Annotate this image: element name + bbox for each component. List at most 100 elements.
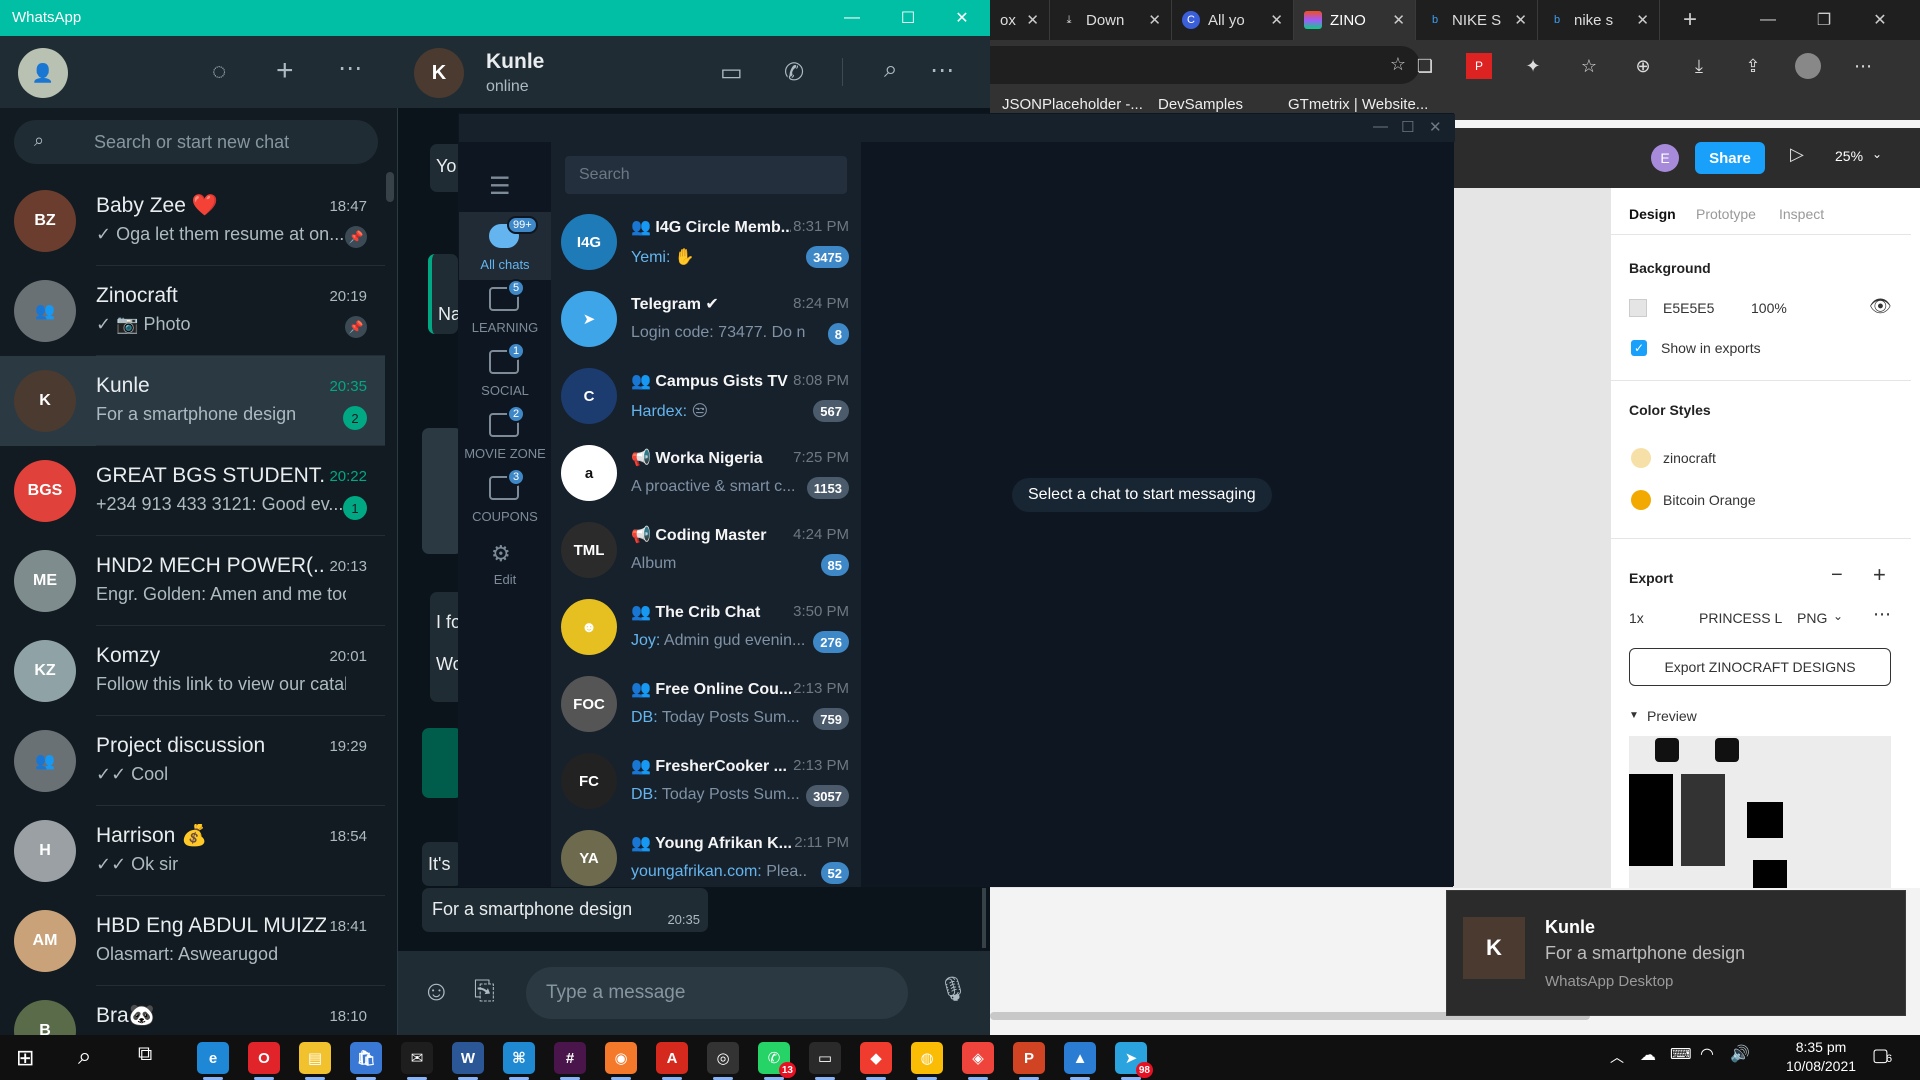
folder-coupons[interactable]: 3 COUPONS <box>459 464 551 532</box>
microphone-icon[interactable]: 🎙 <box>938 975 968 1004</box>
status-icon[interactable]: ◌ <box>212 58 226 86</box>
search-icon[interactable]: ⌕ <box>78 1043 91 1071</box>
color-style-name[interactable]: Bitcoin Orange <box>1663 492 1756 508</box>
checkbox-icon[interactable]: ✓ <box>1631 340 1647 356</box>
plus-icon[interactable]: + <box>1873 562 1886 588</box>
background-opacity[interactable]: 100% <box>1751 300 1787 316</box>
chat-list-item[interactable]: KZ Komzy Follow this link to view our cata… <box>0 626 385 716</box>
chevron-down-icon[interactable]: ⌄ <box>1872 147 1882 161</box>
tab-nike-2[interactable]: b nike s ✕ <box>1538 0 1660 40</box>
notification-toast[interactable]: K Kunle For a smartphone design WhatsApp… <box>1446 890 1906 1016</box>
downloads-icon[interactable]: ⤓ <box>1686 53 1712 79</box>
telegram-chat-item[interactable]: FC 👥 FresherCooker ... 2:13 PM DB: Today Po… <box>551 743 861 820</box>
minimize-icon[interactable]: — <box>1373 118 1388 135</box>
maximize-icon[interactable]: ☐ <box>1401 118 1414 136</box>
collections-add-icon[interactable]: ⊕ <box>1630 53 1656 79</box>
vscode-icon[interactable]: ⌘ <box>503 1042 535 1080</box>
eye-icon[interactable]: 👁 <box>1869 296 1892 317</box>
conversation-scrollbar[interactable] <box>982 888 986 948</box>
color-style-name[interactable]: zinocraft <box>1663 450 1716 466</box>
chat-list-item[interactable]: ME HND2 MECH POWER(... Engr. Golden: Amen … <box>0 536 385 626</box>
file-explorer-icon[interactable]: ▤ <box>299 1042 331 1080</box>
volume-icon[interactable]: 🔊 <box>1730 1044 1750 1064</box>
task-view-icon[interactable]: ⧉ <box>138 1043 152 1066</box>
folder-social[interactable]: 1 SOCIAL <box>459 338 551 406</box>
telegram-search-input[interactable]: Search <box>565 156 847 194</box>
extension-icon[interactable]: P <box>1466 53 1492 79</box>
more-icon[interactable]: ⋯ <box>1873 604 1891 625</box>
tab-canva[interactable]: C All yo ✕ <box>1172 0 1294 40</box>
wifi-icon[interactable]: ◠ <box>1700 1044 1714 1064</box>
color-swatch[interactable] <box>1631 490 1651 510</box>
media-player-icon[interactable]: ◎ <box>707 1042 739 1080</box>
video-call-icon[interactable]: ▭ <box>720 58 743 87</box>
background-swatch[interactable] <box>1629 299 1647 317</box>
tab-inbox[interactable]: ox ✕ <box>990 0 1050 40</box>
close-icon[interactable]: ✕ <box>1392 11 1405 29</box>
sidebar-scrollbar[interactable] <box>386 172 394 202</box>
menu-dots-icon[interactable]: ⋯ <box>338 54 362 83</box>
telegram-chat-item[interactable]: FOC 👥 Free Online Cou... 2:13 PM DB: Today … <box>551 666 861 743</box>
contact-name[interactable]: Kunle <box>486 50 544 74</box>
search-chats-input[interactable]: ⌕ Search or start new chat <box>14 120 378 164</box>
chat-list-item[interactable]: 👥 Zinocraft ✓ 📷 Photo 20:19 📌 <box>0 266 385 356</box>
message-input[interactable]: Type a message <box>526 967 908 1019</box>
cloud-icon[interactable]: ☁ <box>1640 1045 1656 1065</box>
tab-prototype[interactable]: Prototype <box>1696 206 1756 222</box>
anydesk-icon[interactable]: ◈ <box>962 1042 994 1080</box>
tab-design[interactable]: Design <box>1629 206 1676 222</box>
acrobat-icon[interactable]: A <box>656 1042 688 1080</box>
attach-icon[interactable]: ⎘ <box>474 975 495 1007</box>
powerpoint-icon[interactable]: P <box>1013 1042 1045 1080</box>
opera-icon[interactable]: O <box>248 1042 280 1080</box>
chevron-down-icon[interactable]: ⌄ <box>1833 609 1843 623</box>
input-method-icon[interactable]: ⌨ <box>1670 1045 1692 1063</box>
telegram-chat-item[interactable]: YA 👥 Young Afrikan K... 2:11 PM youngafrika… <box>551 820 861 897</box>
chrome-icon[interactable]: ◍ <box>911 1042 943 1080</box>
close-icon[interactable]: ✕ <box>1270 11 1283 29</box>
clock-time[interactable]: 8:35 pm <box>1776 1039 1866 1055</box>
telegram-chat-item[interactable]: ☻ 👥 The Crib Chat 3:50 PM Joy: Admin gud ev… <box>551 589 861 666</box>
close-icon[interactable]: ✕ <box>1026 11 1039 29</box>
color-swatch[interactable] <box>1631 448 1651 468</box>
chat-list-item[interactable]: 👥 Project discussion ✓✓ Cool 19:29 <box>0 716 385 806</box>
profile-avatar[interactable]: 👤 <box>18 48 68 98</box>
clock-date[interactable]: 10/08/2021 <box>1766 1058 1876 1074</box>
tab-downloads[interactable]: ⤓ Down ✕ <box>1050 0 1172 40</box>
bookmark-jsonplaceholder[interactable]: JSONPlaceholder -... <box>1002 96 1143 113</box>
maximize-icon[interactable]: ☐ <box>880 0 936 36</box>
close-icon[interactable]: ✕ <box>1636 11 1649 29</box>
favorites-icon[interactable]: ☆ <box>1576 53 1602 79</box>
git-icon[interactable]: ◆ <box>860 1042 892 1080</box>
restore-icon[interactable]: ❐ <box>1796 0 1852 40</box>
terminal-icon[interactable]: ▭ <box>809 1042 841 1080</box>
profile-avatar[interactable] <box>1795 53 1821 79</box>
chat-list-item[interactable]: AM HBD Eng ABDUL MUIZZ Olasmart: Aswearugo… <box>0 896 385 986</box>
tab-figma[interactable]: ZINO ✕ <box>1294 0 1416 40</box>
photos-icon[interactable]: ▲ <box>1064 1042 1096 1080</box>
telegram-chat-item[interactable]: ➤ Telegram ✔ 8:24 PM Login code: 73477. Do … <box>551 281 861 358</box>
hamburger-menu-icon[interactable]: ☰ <box>489 172 511 201</box>
chat-list-item[interactable]: BZ Baby Zee ❤️ ✓ Oga let them resume at on… <box>0 176 385 266</box>
chat-list-item[interactable]: H Harrison 💰 ✓✓ Ok sir 18:54 <box>0 806 385 896</box>
more-icon[interactable]: ⋯ <box>1850 53 1876 79</box>
store-icon[interactable]: 🛍 <box>350 1042 382 1080</box>
chevron-up-icon[interactable]: ︿ <box>1610 1047 1624 1067</box>
close-icon[interactable]: ✕ <box>1148 11 1161 29</box>
folder-learning[interactable]: 5 LEARNING <box>459 275 551 343</box>
export-format[interactable]: PNG <box>1797 610 1827 626</box>
close-window-icon[interactable]: ✕ <box>934 0 990 36</box>
favorite-star-icon[interactable]: ☆ <box>1390 54 1406 75</box>
contact-avatar[interactable]: K <box>414 48 464 98</box>
export-button[interactable]: Export ZINOCRAFT DESIGNS <box>1629 648 1891 686</box>
telegram-chat-item[interactable]: TML 📢 Coding Master 4:24 PM Album 85 <box>551 512 861 589</box>
tab-inspect[interactable]: Inspect <box>1779 206 1824 222</box>
telegram-icon[interactable]: ➤ 98 <box>1115 1042 1153 1080</box>
address-bar[interactable]: ☆ <box>990 46 1420 84</box>
export-scale[interactable]: 1x <box>1629 610 1644 626</box>
caret-down-icon[interactable]: ▼ <box>1629 710 1639 721</box>
collections-icon[interactable]: ❏ <box>1412 53 1438 79</box>
chat-list-item[interactable]: K Kunle For a smartphone design 20:35 2 <box>0 356 385 446</box>
blender-icon[interactable]: ◉ <box>605 1042 637 1080</box>
folder-edit[interactable]: ⚙ Edit <box>459 527 551 595</box>
